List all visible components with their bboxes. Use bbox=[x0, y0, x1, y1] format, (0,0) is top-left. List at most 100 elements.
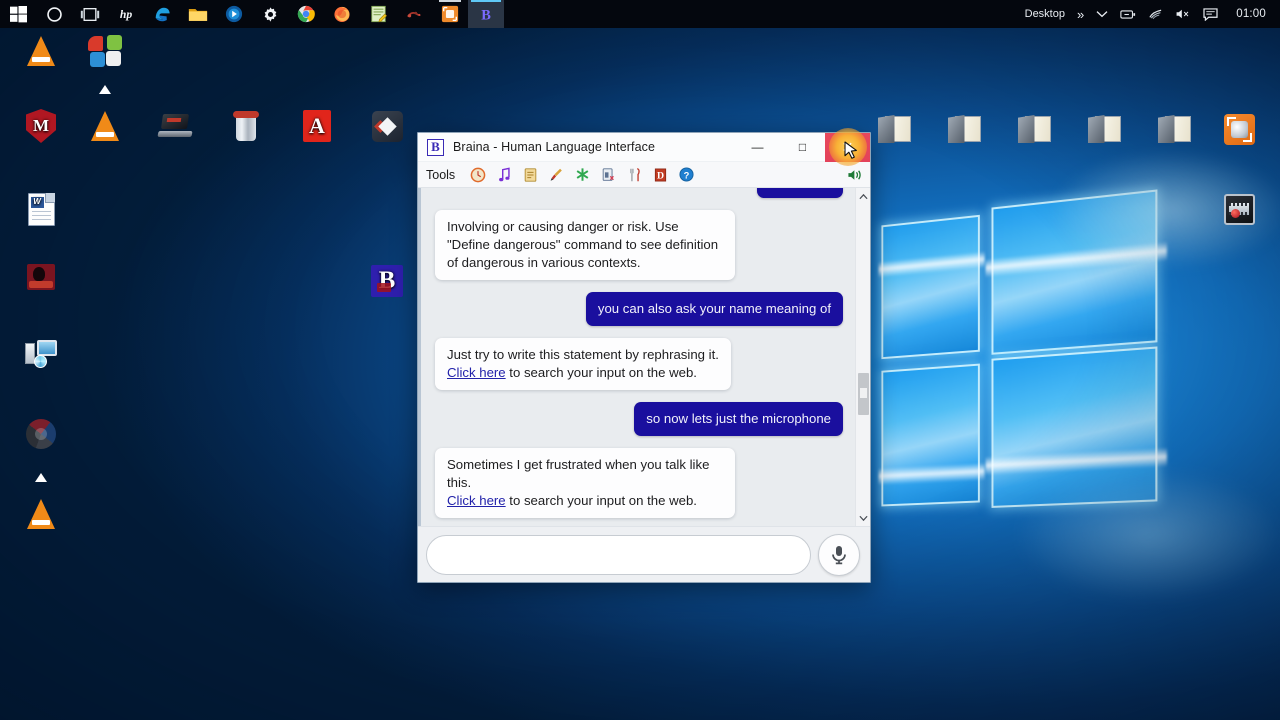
taskbar-item-file-explorer[interactable] bbox=[180, 0, 216, 28]
taskbar-clock[interactable]: 01:00 bbox=[1236, 8, 1266, 20]
microphone-icon bbox=[832, 545, 846, 564]
pc-icon bbox=[156, 107, 194, 145]
asterisk-icon[interactable] bbox=[569, 164, 595, 186]
mute-screen-icon[interactable] bbox=[595, 164, 621, 186]
speaker-icon[interactable] bbox=[847, 168, 864, 182]
maximize-button[interactable]: □ bbox=[780, 133, 825, 162]
desktop-icon-vlc[interactable] bbox=[66, 107, 144, 149]
svg-text:?: ? bbox=[683, 170, 689, 180]
desktop-icon-icecream-screen[interactable] bbox=[1200, 110, 1278, 152]
taskbar-item-notepad[interactable] bbox=[360, 0, 396, 28]
chat-scrollbar[interactable] bbox=[855, 188, 870, 526]
help-icon[interactable]: ? bbox=[673, 164, 699, 186]
music-note-icon[interactable] bbox=[491, 164, 517, 186]
clock-icon[interactable] bbox=[465, 164, 491, 186]
action-center-icon[interactable] bbox=[1203, 7, 1218, 21]
tools-menu[interactable]: Tools bbox=[426, 168, 455, 182]
notes-icon[interactable] bbox=[517, 164, 543, 186]
message-input[interactable] bbox=[426, 534, 811, 575]
taskbar-item-icecream-recorder[interactable] bbox=[432, 0, 468, 28]
notepad-icon bbox=[370, 5, 387, 23]
desktop-icon-skin[interactable] bbox=[925, 110, 1003, 152]
message-link-suffix: to search your input on the web. bbox=[505, 365, 697, 380]
desktop-icon-vegas-pro[interactable] bbox=[1200, 190, 1278, 232]
doc-icon: W bbox=[22, 190, 60, 228]
vlc-icon bbox=[86, 107, 124, 145]
media-player-icon bbox=[225, 5, 243, 23]
user-message-bubble: you can also ask your name meaning of bbox=[585, 292, 843, 326]
chat-area: dangerous Involving or causing danger or … bbox=[418, 188, 870, 526]
user-message-bubble: so now lets just the microphone bbox=[634, 402, 843, 436]
volume-muted-icon[interactable] bbox=[1175, 8, 1191, 20]
driverdoc-icon bbox=[86, 32, 124, 70]
vegaspro-icon bbox=[1220, 190, 1258, 228]
taskbar: hp B Desktop » 01:00 bbox=[0, 0, 1280, 28]
taskbar-item-settings[interactable] bbox=[252, 0, 288, 28]
assistant-message-bubble: Sometimes I get frustrated when you talk… bbox=[435, 448, 735, 518]
desktop-icon-this-pc[interactable] bbox=[136, 107, 214, 149]
taskbar-item-media-player[interactable] bbox=[216, 0, 252, 28]
svg-text:D: D bbox=[657, 170, 664, 181]
desktop-icon-prince-of-persia[interactable] bbox=[2, 258, 80, 300]
tray-desktop-label[interactable]: Desktop bbox=[1025, 8, 1065, 20]
desktop-icon-gazespeaker[interactable] bbox=[2, 415, 80, 457]
desktop-screen: M A W B hp B Desktop » 01:00 B Braina - Hum… bbox=[0, 0, 1280, 720]
desktop-icon-adobe-reader[interactable]: A bbox=[278, 107, 356, 149]
click-here-link[interactable]: Click here bbox=[447, 365, 506, 380]
taskbar-item-chrome[interactable] bbox=[288, 0, 324, 28]
desktop-icon-templates[interactable] bbox=[995, 110, 1073, 152]
braina-toolbar: Tools D ? bbox=[418, 162, 870, 188]
desktop-icon-filmora[interactable] bbox=[348, 107, 426, 149]
taskbar-item-braina[interactable]: B bbox=[468, 0, 504, 28]
taskbar-item-firefox[interactable] bbox=[324, 0, 360, 28]
task-view-button[interactable] bbox=[72, 0, 108, 28]
taskbar-item-photoshop[interactable] bbox=[396, 0, 432, 28]
start-button[interactable] bbox=[0, 0, 36, 28]
desktop-icon-braina[interactable]: B bbox=[348, 262, 426, 304]
tray-overflow-icon[interactable]: » bbox=[1077, 7, 1084, 22]
message-text: Sometimes I get frustrated when you talk… bbox=[447, 457, 710, 490]
desktop-icon-gazespeaker-setup[interactable] bbox=[2, 335, 80, 377]
taskbar-item-edge[interactable] bbox=[144, 0, 180, 28]
battery-icon[interactable] bbox=[1120, 9, 1136, 20]
chrome-icon bbox=[297, 5, 315, 23]
desktop-icon-ieo-halltic[interactable]: W bbox=[2, 190, 80, 232]
vegasfolder-icon bbox=[1015, 110, 1053, 148]
desktop-icon-driverdoc[interactable] bbox=[66, 32, 144, 74]
desktop-icon-recycle-bin[interactable] bbox=[207, 107, 285, 149]
chat-row: Sometimes I get frustrated when you talk… bbox=[435, 448, 843, 518]
click-here-link[interactable]: Click here bbox=[447, 493, 506, 508]
desktop-icon-ice-video-2[interactable] bbox=[2, 495, 80, 537]
tools-fork-icon[interactable] bbox=[621, 164, 647, 186]
chat-row: you can also ask your name meaning of bbox=[435, 292, 843, 326]
cortana-search-button[interactable] bbox=[36, 0, 72, 28]
desktop-icon-calculator[interactable] bbox=[1065, 110, 1143, 152]
window-title: Braina - Human Language Interface bbox=[453, 140, 656, 154]
close-button[interactable]: ✕ bbox=[825, 128, 870, 166]
paint-brush-icon[interactable] bbox=[543, 164, 569, 186]
scroll-up-button[interactable] bbox=[856, 188, 870, 204]
mcafee-icon: M bbox=[22, 107, 60, 145]
braina-window: B Braina - Human Language Interface — □ … bbox=[417, 128, 871, 583]
assistant-message-bubble: Involving or causing danger or risk. Use… bbox=[435, 210, 735, 280]
braina-titlebar[interactable]: B Braina - Human Language Interface — □ … bbox=[418, 128, 870, 166]
adobe-icon: A bbox=[298, 107, 336, 145]
chat-row: so now lets just the microphone bbox=[435, 402, 843, 436]
microphone-button[interactable] bbox=[818, 533, 860, 576]
message-text: Just try to write this statement by reph… bbox=[447, 347, 719, 362]
minimize-button[interactable]: — bbox=[735, 133, 780, 162]
wifi-icon[interactable] bbox=[1148, 8, 1163, 20]
taskbar-pinned-items: hp B bbox=[0, 0, 504, 28]
scrollbar-thumb[interactable] bbox=[858, 373, 869, 415]
filmora-icon bbox=[368, 107, 406, 145]
message-link-line: Click here to search your input on the w… bbox=[447, 492, 723, 510]
chevron-down-icon[interactable] bbox=[1096, 10, 1108, 18]
user-message-bubble: dangerous bbox=[756, 188, 843, 198]
scroll-down-button[interactable] bbox=[856, 510, 870, 526]
gazeapp-icon bbox=[22, 415, 60, 453]
assistant-message-bubble: Just try to write this statement by reph… bbox=[435, 338, 731, 390]
photoshop-icon bbox=[407, 11, 421, 18]
dictionary-icon[interactable]: D bbox=[647, 164, 673, 186]
taskbar-item-hp[interactable]: hp bbox=[108, 0, 144, 28]
close-icon: ✕ bbox=[841, 138, 854, 155]
